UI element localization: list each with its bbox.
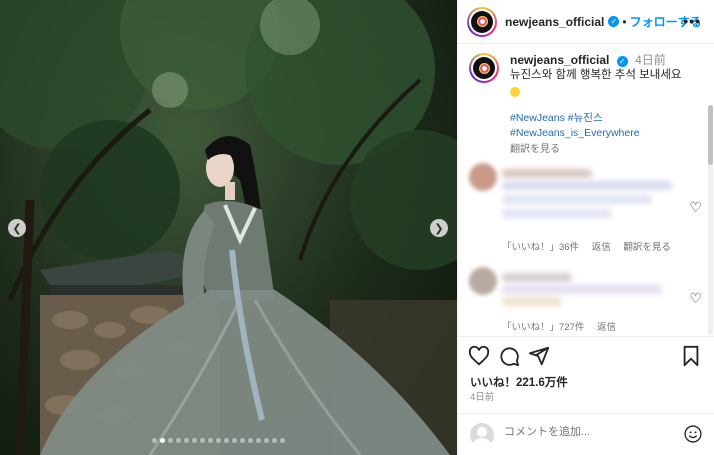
post-header: newjeans_official ✓ • フォローする ••• bbox=[458, 0, 714, 44]
carousel-dot bbox=[192, 438, 197, 443]
author-username[interactable]: newjeans_official bbox=[505, 15, 604, 29]
caption-text: 뉴진스와 함께 행복한 추석 보내세요 bbox=[510, 69, 682, 81]
header-separator: • bbox=[622, 14, 627, 29]
comment-icon[interactable] bbox=[498, 345, 520, 367]
caption-time[interactable]: 4日前 bbox=[635, 53, 666, 67]
comment-reply-link[interactable]: 返信 bbox=[592, 242, 611, 253]
caption-hashtag-everywhere[interactable]: #NewJeans_is_Everywhere bbox=[510, 126, 709, 141]
carousel-dot bbox=[272, 438, 277, 443]
scrollbar-thumb[interactable] bbox=[708, 105, 713, 165]
carousel-dot bbox=[160, 438, 165, 443]
current-user-avatar bbox=[470, 423, 494, 447]
carousel-dot bbox=[176, 438, 181, 443]
carousel-dot bbox=[264, 438, 269, 443]
comment-like-heart-icon[interactable]: ♡ bbox=[689, 199, 702, 216]
heart-icon[interactable] bbox=[468, 345, 490, 367]
photo-illustration bbox=[0, 0, 457, 455]
comment-likes-count[interactable]: 「いいね！」36件 bbox=[502, 242, 579, 253]
caption-username[interactable]: newjeans_official bbox=[510, 53, 609, 67]
carousel-dot bbox=[200, 438, 205, 443]
comment-likes-count[interactable]: 「いいね！」727件 bbox=[502, 322, 584, 333]
comment-input[interactable] bbox=[504, 426, 674, 438]
carousel-next-button[interactable]: ❯ bbox=[430, 219, 448, 237]
smiley-emoji-icon bbox=[510, 87, 520, 97]
comment-meta: 「いいね！」36件 返信 翻訳を見る bbox=[502, 239, 681, 253]
post-photo: ❮ ❯ bbox=[0, 0, 457, 455]
caption-hashtags[interactable]: #NewJeans #뉴진스 bbox=[510, 111, 709, 126]
carousel-dot bbox=[280, 438, 285, 443]
carousel-dot bbox=[152, 438, 157, 443]
comment-item: ♡ 「いいね！」36件 返信 翻訳を見る bbox=[469, 163, 709, 253]
carousel-indicator bbox=[152, 438, 285, 444]
verified-badge-icon: ✓ bbox=[608, 16, 620, 27]
commenter-avatar[interactable] bbox=[469, 267, 497, 295]
carousel-dot bbox=[168, 438, 173, 443]
carousel-dot bbox=[240, 438, 245, 443]
chevron-right-icon: ❯ bbox=[434, 222, 444, 235]
instagram-post-dialog: ❮ ❯ newjeans_official ✓ • フォローする ••• new… bbox=[0, 0, 714, 455]
carousel-dot bbox=[232, 438, 237, 443]
carousel-dot bbox=[224, 438, 229, 443]
likes-count[interactable]: いいね！221.6万件 bbox=[470, 374, 568, 390]
comment-like-heart-icon[interactable]: ♡ bbox=[689, 290, 702, 307]
post-side-panel: newjeans_official ✓ • フォローする ••• newjean… bbox=[457, 0, 714, 455]
carousel-dot bbox=[184, 438, 189, 443]
carousel-dot bbox=[248, 438, 253, 443]
caption-avatar[interactable] bbox=[469, 53, 499, 83]
post-caption: newjeans_official ✓ 4日前 뉴진스와 함께 행복한 추석 보… bbox=[469, 53, 709, 157]
action-icon-row bbox=[468, 345, 704, 369]
carousel-dot bbox=[208, 438, 213, 443]
comments-section: newjeans_official ✓ 4日前 뉴진스와 함께 행복한 추석 보… bbox=[458, 45, 714, 335]
chevron-left-icon: ❮ bbox=[12, 222, 22, 235]
send-icon[interactable] bbox=[528, 345, 550, 367]
post-actions: いいね！221.6万件 4日前 bbox=[458, 336, 714, 455]
more-options-icon[interactable]: ••• bbox=[683, 13, 701, 29]
comment-item: ♡ 「いいね！」727件 返信 bbox=[469, 267, 709, 335]
commenter-avatar[interactable] bbox=[469, 163, 497, 191]
smile-icon[interactable] bbox=[683, 424, 703, 444]
comment-meta: 「いいね！」727件 返信 bbox=[502, 319, 626, 333]
comment-translate-link[interactable]: 翻訳を見る bbox=[623, 242, 671, 253]
carousel-dot bbox=[256, 438, 261, 443]
add-comment-row bbox=[458, 413, 714, 455]
post-date[interactable]: 4日前 bbox=[470, 389, 494, 403]
bookmark-icon[interactable] bbox=[680, 345, 702, 367]
carousel-dot bbox=[216, 438, 221, 443]
author-avatar[interactable] bbox=[467, 6, 497, 37]
comments-scrollbar[interactable] bbox=[708, 105, 713, 335]
caption-translate-link[interactable]: 翻訳を見る bbox=[510, 142, 709, 157]
carousel-prev-button[interactable]: ❮ bbox=[8, 219, 26, 237]
verified-badge-icon: ✓ bbox=[616, 56, 628, 67]
comment-reply-link[interactable]: 返信 bbox=[597, 322, 616, 333]
